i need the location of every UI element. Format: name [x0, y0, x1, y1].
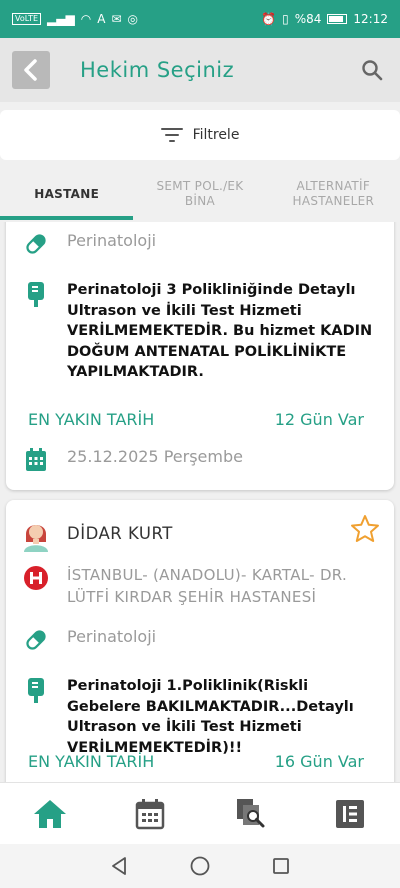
nearest-date-label: EN YAKIN TARİH [28, 752, 155, 771]
bottom-nav [0, 782, 400, 844]
department-name: Perinatoloji [67, 231, 157, 250]
nav-documents[interactable] [230, 794, 270, 834]
date-row[interactable]: 25.12.2025 Perşembe [22, 446, 384, 474]
instagram-icon: ◎ [127, 12, 138, 26]
wifi-icon: ◠ [80, 12, 92, 26]
tab-alternatif-hastaneler[interactable]: ALTERNATİF HASTANELER [267, 168, 400, 220]
nearest-date-value: 12 Gün Var [274, 410, 364, 429]
status-left: VoLTE ▂▄▆ ◠ A ✉ ◎ [12, 13, 138, 25]
list-icon [336, 799, 364, 828]
signal-icon: ▂▄▆ [47, 12, 75, 26]
mail-icon: ✉ [111, 12, 122, 26]
doctor-name: DİDAR KURT [67, 524, 173, 543]
appointment-date: 25.12.2025 Perşembe [67, 447, 243, 466]
info-text: Perinatoloji 1.Poliklinik(Riskli Gebeler… [67, 678, 354, 756]
back-triangle-icon[interactable] [109, 856, 129, 876]
chevron-left-icon [24, 59, 37, 81]
recents-square-icon[interactable] [271, 856, 291, 876]
system-nav [0, 844, 400, 888]
search-icon [362, 60, 383, 81]
tab-bar: HASTANE SEMT POL./EK BİNA ALTERNATİF HAS… [0, 168, 400, 220]
tab-label: ALTERNATİF HASTANELER [292, 179, 375, 208]
alarm-icon: ⏰ [261, 12, 277, 26]
info-row: Perinatoloji 1.Poliklinik(Riskli Gebeler… [22, 676, 384, 758]
hospital-row: İSTANBUL- (ANADOLU)- KARTAL- DR. LÜTFİ K… [22, 564, 384, 608]
iv-bag-icon [22, 280, 50, 308]
info-text: Perinatoloji 3 Polikliniğinde Detaylı Ul… [67, 282, 373, 380]
app-bar: Hekim Seçiniz [0, 38, 400, 102]
department-name: Perinatoloji [67, 627, 157, 646]
status-bar: VoLTE ▂▄▆ ◠ A ✉ ◎ ⏰ ▯ %84 12:12 [0, 0, 400, 38]
iv-bag-icon [22, 676, 50, 704]
document-search-icon [237, 798, 265, 827]
doctor-avatar [22, 518, 50, 552]
search-button[interactable] [358, 56, 386, 84]
filter-icon [160, 128, 183, 142]
hospital-icon [22, 564, 50, 592]
filter-label: Filtrele [192, 127, 240, 143]
hospital-name: İSTANBUL- (ANADOLU)- KARTAL- DR. LÜTFİ K… [67, 566, 348, 606]
filter-button[interactable]: Filtrele [0, 110, 400, 160]
home-circle-icon[interactable] [189, 855, 211, 877]
nearest-date-row: EN YAKIN TARİH 12 Gün Var [28, 410, 364, 429]
tab-semt-pol[interactable]: SEMT POL./EK BİNA [133, 168, 266, 220]
nav-appointments[interactable] [130, 794, 170, 834]
nearest-date-row: EN YAKIN TARİH 16 Gün Var [28, 752, 364, 771]
battery-icon [327, 14, 348, 24]
battery-percent: %84 [294, 12, 322, 26]
doctor-card[interactable]: DİDAR KURT İSTANBUL- (ANADOLU)- KARTAL- … [6, 500, 394, 782]
nearest-date-value: 16 Gün Var [274, 752, 364, 771]
tab-hastane[interactable]: HASTANE [0, 168, 134, 220]
clock: 12:12 [353, 12, 388, 26]
tab-label: HASTANE [34, 186, 100, 201]
nav-home[interactable] [30, 794, 70, 834]
department-row: Perinatoloji [22, 626, 384, 654]
doctor-row: DİDAR KURT [22, 518, 384, 552]
doctor-card[interactable]: Perinatoloji Perinatoloji 3 Polikliniğin… [6, 222, 394, 490]
app-notification-icon: A [97, 12, 106, 26]
nav-list[interactable] [330, 794, 370, 834]
page-title: Hekim Seçiniz [80, 58, 235, 82]
favorite-button[interactable] [350, 514, 380, 548]
doctor-list[interactable]: Perinatoloji Perinatoloji 3 Polikliniğin… [0, 222, 400, 782]
battery-fill [329, 16, 343, 22]
pill-icon [22, 230, 50, 258]
calendar-icon [135, 798, 165, 829]
back-button[interactable] [12, 51, 50, 89]
home-icon [34, 799, 66, 828]
volte-badge: VoLTE [12, 13, 42, 25]
vibrate-icon: ▯ [282, 12, 289, 26]
star-icon [351, 515, 379, 542]
pill-icon [22, 626, 50, 654]
nearest-date-label: EN YAKIN TARİH [28, 410, 155, 429]
info-row: Perinatoloji 3 Polikliniğinde Detaylı Ul… [22, 280, 384, 383]
status-right: ⏰ ▯ %84 12:12 [261, 12, 388, 26]
tab-label: SEMT POL./EK BİNA [156, 179, 244, 208]
department-row: Perinatoloji [22, 230, 384, 258]
calendar-icon [22, 446, 50, 474]
